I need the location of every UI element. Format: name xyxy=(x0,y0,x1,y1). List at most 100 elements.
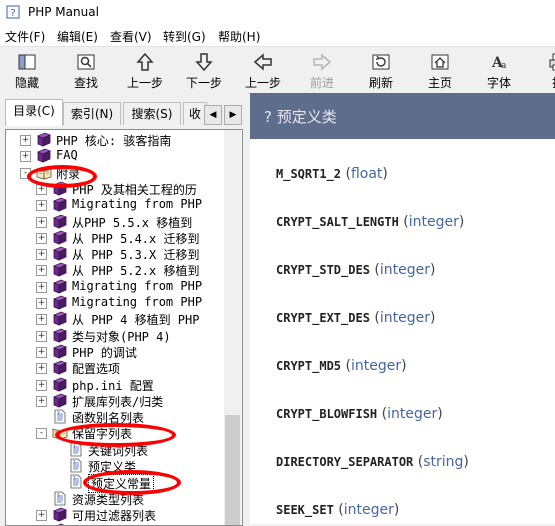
menu-help[interactable]: 帮助(H) xyxy=(218,28,260,45)
tab-index[interactable]: 索引(N) xyxy=(63,102,121,125)
constant-name: M_SQRT1_2 xyxy=(276,167,342,181)
tree-item[interactable]: + 从 PHP 5.2.x 移植到 xyxy=(6,261,236,278)
constant-type-link[interactable]: integer xyxy=(344,502,394,518)
tree-item[interactable]: + Migrating from PHP xyxy=(6,196,236,213)
tab-scroll-left[interactable]: ◀ xyxy=(204,105,222,125)
expand-icon[interactable]: + xyxy=(36,281,47,293)
navigation-pane: 目录(C) 索引(N) 搜索(S) 收 ◀ ▶ + PHP 核心: 骇客指南 + FA… xyxy=(0,93,248,526)
expand-icon[interactable]: + xyxy=(20,151,31,163)
expand-icon[interactable]: + xyxy=(36,395,47,407)
tree-item[interactable]: + php.ini 配置 xyxy=(6,376,236,393)
tab-scroll-right[interactable]: ▶ xyxy=(224,105,242,125)
close-paren: ) xyxy=(429,262,436,278)
constant-type-link[interactable]: integer xyxy=(409,214,459,230)
font-button[interactable]: Aa 字体 xyxy=(474,47,524,93)
tree-item[interactable]: + Migrating from PHP xyxy=(6,278,236,295)
expand-icon[interactable]: + xyxy=(36,379,47,391)
constant-type-link[interactable]: integer xyxy=(380,262,430,278)
expand-icon[interactable]: + xyxy=(36,509,47,521)
page-icon: ? xyxy=(70,458,82,473)
next-step-button[interactable]: 下一步 xyxy=(179,47,229,93)
svg-text:?: ? xyxy=(57,493,60,499)
collapse-icon[interactable]: - xyxy=(36,428,47,440)
constant-entry: CRYPT_STD_DES (integer) xyxy=(276,262,435,278)
back-button[interactable]: 上一步 xyxy=(238,47,288,93)
toolbar: 隐藏 查找 上一步 下一步 上一步 前进 刷新 主页 Aa 字体 打 xyxy=(0,46,555,94)
tree-item-label: Migrating from PHP xyxy=(72,295,203,309)
tree-item[interactable]: + 可用过滤器列表 xyxy=(6,506,236,523)
forward-button[interactable]: 前进 xyxy=(297,47,347,93)
svg-text:?: ? xyxy=(57,411,60,417)
tab-search[interactable]: 搜索(S) xyxy=(123,102,181,125)
expand-icon[interactable]: + xyxy=(36,249,47,261)
tree-item[interactable]: + 从 PHP 5.3.X 迁移到 xyxy=(6,245,236,262)
refresh-button[interactable]: 刷新 xyxy=(356,47,406,93)
annotation-circle-predefined-constants xyxy=(83,470,181,495)
print-icon xyxy=(549,53,555,71)
constant-name: CRYPT_MD5 xyxy=(276,359,342,373)
svg-text:a: a xyxy=(501,61,507,71)
constant-type-link[interactable]: float xyxy=(351,166,382,182)
expand-icon[interactable]: + xyxy=(36,330,47,342)
hide-button[interactable]: 隐藏 xyxy=(2,47,52,93)
tree-item[interactable]: + PHP 核心: 骇客指南 xyxy=(6,131,236,148)
forward-label: 前进 xyxy=(309,76,334,90)
print-button[interactable]: 打 xyxy=(533,47,555,93)
menu-file[interactable]: 文件(F) xyxy=(5,28,45,45)
constant-type-link[interactable]: integer xyxy=(387,406,437,422)
menu-go[interactable]: 转到(G) xyxy=(163,28,206,45)
tree-item[interactable]: + Migrating from PHP xyxy=(6,294,236,311)
back-up-button[interactable]: 上一步 xyxy=(120,47,170,93)
constant-entry: M_SQRT1_2 (float) xyxy=(276,166,388,182)
book-icon xyxy=(52,214,68,229)
expand-icon[interactable]: + xyxy=(36,346,47,358)
svg-text:?: ? xyxy=(73,476,76,482)
constant-type-link[interactable]: integer xyxy=(351,358,401,374)
expand-icon[interactable]: + xyxy=(36,314,47,326)
constant-type-link[interactable]: string xyxy=(423,454,463,470)
open-paren: ( xyxy=(333,502,344,518)
tree-item[interactable]: + 从PHP 5.5.x 移植到 xyxy=(6,213,236,230)
close-paren: ) xyxy=(437,406,443,422)
contents-tree[interactable]: + PHP 核心: 骇客指南 + FAQ - 附录 + PHP 及其相关工程的历 + Migrat… xyxy=(5,129,243,526)
home-button[interactable]: 主页 xyxy=(415,47,465,93)
print-label: 打 xyxy=(527,74,555,91)
expand-icon[interactable]: + xyxy=(36,216,47,228)
svg-text:?: ? xyxy=(10,8,15,19)
expand-icon[interactable]: + xyxy=(36,298,47,309)
tree-item-label: Migrating from PHP xyxy=(72,197,203,212)
expand-icon[interactable]: + xyxy=(20,135,31,146)
close-paren: ) xyxy=(429,310,436,326)
menu-view[interactable]: 查看(V) xyxy=(110,28,152,45)
tree-item[interactable]: + 类与对象(PHP 4) xyxy=(6,327,236,344)
tree-item[interactable]: + 从 PHP 4 移植到 PHP xyxy=(6,310,236,327)
tree-scrollbar[interactable] xyxy=(224,130,241,525)
expand-icon[interactable]: + xyxy=(36,265,47,277)
tree-item[interactable]: + 配置选项 xyxy=(6,359,236,376)
title-bar: ? PHP Manual xyxy=(0,0,555,25)
find-button[interactable]: 查找 xyxy=(61,47,111,93)
constant-type-link[interactable]: integer xyxy=(380,310,430,326)
refresh-label: 刷新 xyxy=(368,76,393,90)
annotation-circle-reserved-words xyxy=(55,423,176,447)
font-label: 字体 xyxy=(486,76,511,90)
expand-icon[interactable]: + xyxy=(36,232,47,244)
book-icon xyxy=(52,246,68,261)
constant-entry: CRYPT_SALT_LENGTH (integer) xyxy=(276,214,464,230)
book-icon xyxy=(52,311,68,326)
nav-tabs: 目录(C) 索引(N) 搜索(S) 收 ◀ ▶ xyxy=(0,93,248,129)
tree-item[interactable]: +支持的套接字传输器 xyxy=(6,522,236,525)
tree-item[interactable]: + 从 PHP 5.4.x 迁移到 xyxy=(6,229,236,246)
hide-label: 隐藏 xyxy=(14,76,39,90)
find-icon xyxy=(77,54,95,70)
close-paren: ) xyxy=(382,166,388,182)
tree-item[interactable]: + FAQ xyxy=(6,147,236,164)
left-arrow-icon xyxy=(253,53,272,71)
menu-edit[interactable]: 编辑(E) xyxy=(57,28,98,45)
tab-contents[interactable]: 目录(C) xyxy=(5,99,63,126)
expand-icon[interactable]: + xyxy=(36,363,47,375)
tree-item[interactable]: + 扩展库列表/归类 xyxy=(6,392,236,409)
tree-item[interactable]: + PHP 的调试 xyxy=(6,343,236,360)
expand-icon[interactable]: + xyxy=(36,200,47,212)
tree-scrollbar-thumb[interactable] xyxy=(225,415,240,525)
